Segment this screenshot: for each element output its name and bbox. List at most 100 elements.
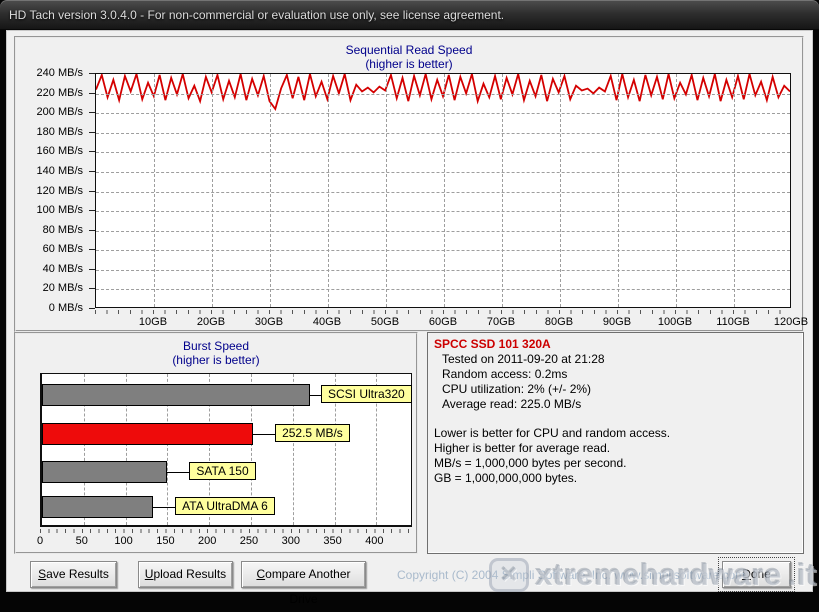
seq-y-tick-label: 120 MB/s [37,185,83,197]
seq-x-tick-label: 50GB [363,316,407,328]
sequential-line-chart [96,74,790,307]
sequential-chart-subtitle: (higher is better) [16,57,802,71]
sequential-read-line [96,74,790,109]
grid-line-horizontal [96,211,790,212]
burst-x-tick-label: 200 [185,535,229,547]
seq-x-tick-label: 90GB [595,316,639,328]
upload-results-button[interactable]: Upload Results [138,561,233,588]
seq-x-tick-label: 20GB [189,316,233,328]
seq-y-tick-mark [89,132,95,133]
seq-x-tick-label: 80GB [537,316,581,328]
seq-x-tick-label: 110GB [711,316,755,328]
results-info-panel: SPCC SSD 101 320A Tested on 2011-09-20 a… [427,332,804,554]
burst-x-tick-label: 300 [269,535,313,547]
grid-line-vertical [618,74,619,307]
grid-line-vertical [328,74,329,307]
grid-line-vertical [734,74,735,307]
burst-bar-label: SCSI Ultra320 [321,385,412,403]
burst-bar-label: 252.5 MB/s [275,424,350,442]
sequential-read-panel: Sequential Read Speed (higher is better)… [14,36,804,332]
drive-name: SPCC SSD 101 320A [434,337,797,352]
seq-y-tick-mark [89,269,95,270]
seq-x-minor-ticks [95,310,791,314]
burst-bar [42,496,153,518]
grid-line-horizontal [96,133,790,134]
grid-line-horizontal [96,152,790,153]
title-bar[interactable]: HD Tach version 3.0.4.0 - For non-commer… [0,0,819,30]
burst-chart-subtitle: (higher is better) [16,353,416,367]
seq-y-tick-label: 200 MB/s [37,106,83,118]
seq-y-tick-mark [89,151,95,152]
grid-line-horizontal [96,231,790,232]
seq-y-tick-mark [89,210,95,211]
save-mnemonic: S [38,567,46,581]
burst-x-tick-label: 0 [18,535,62,547]
seq-x-tick-label: 60GB [421,316,465,328]
seq-y-tick-label: 80 MB/s [43,224,83,236]
grid-line-vertical [270,74,271,307]
save-results-button[interactable]: Save Results [30,561,117,588]
burst-x-tick-label: 150 [143,535,187,547]
compare-another-drive-button[interactable]: Compare Another Drive [241,561,366,588]
grid-line-vertical [560,74,561,307]
upload-label: pload Results [153,567,226,581]
burst-x-minor-ticks [40,529,412,533]
seq-y-tick-label: 240 MB/s [37,67,83,79]
seq-y-tick-mark [89,308,95,309]
done-label: one [751,567,771,581]
copyright-text: Copyright (C) 2004 Simpli Software, Inc.… [397,568,745,582]
burst-bar-callout-line [253,434,275,435]
drive-stats: Tested on 2011-09-20 at 21:28Random acce… [434,352,797,412]
sequential-chart-title: Sequential Read Speed [16,43,802,57]
drive-stat-line: CPU utilization: 2% (+/- 2%) [434,382,797,397]
burst-plot: SCSI Ultra320 252.5 MB/s SATA 150 ATA Ultra… [40,373,412,527]
burst-bar [42,461,167,483]
grid-line-horizontal [96,289,790,290]
seq-y-tick-label: 100 MB/s [37,204,83,216]
burst-x-tick-label: 350 [311,535,355,547]
burst-chart-title: Burst Speed [16,339,416,353]
seq-y-tick-mark [89,93,95,94]
seq-y-tick-mark [89,112,95,113]
grid-line-horizontal [96,113,790,114]
seq-y-tick-mark [89,171,95,172]
info-note-line: Higher is better for average read. [434,441,797,456]
seq-y-tick-label: 160 MB/s [37,145,83,157]
seq-x-tick-label: 10GB [131,316,175,328]
seq-y-tick-mark [89,230,95,231]
grid-line-horizontal [96,94,790,95]
drive-stat-line: Random access: 0.2ms [434,367,797,382]
seq-y-tick-label: 140 MB/s [37,165,83,177]
hd-tach-window: { "window": { "title": "HD Tach version … [0,0,819,605]
seq-y-tick-mark [89,288,95,289]
compare-label: ompare Another Drive [265,567,350,606]
info-note-line: MB/s = 1,000,000 bytes per second. [434,456,797,471]
seq-x-tick-label: 70GB [479,316,523,328]
burst-bar-callout-line [153,507,175,508]
grid-line-vertical [386,74,387,307]
burst-x-tick-label: 50 [60,535,104,547]
sequential-plot [95,73,791,308]
window-title: HD Tach version 3.0.4.0 - For non-commer… [9,8,504,22]
save-label: ave Results [46,567,109,581]
seq-x-tick-label: 30GB [247,316,291,328]
burst-speed-panel: Burst Speed (higher is better) SCSI Ultr… [14,332,418,554]
burst-x-tick-label: 400 [352,535,396,547]
seq-y-tick-mark [89,73,95,74]
grid-line-vertical [212,74,213,307]
grid-line-vertical [676,74,677,307]
info-note-line: GB = 1,000,000,000 bytes. [434,471,797,486]
seq-y-tick-mark [89,249,95,250]
seq-y-tick-label: 180 MB/s [37,126,83,138]
grid-line-horizontal [96,270,790,271]
drive-stat-line: Average read: 225.0 MB/s [434,397,797,412]
grid-line-horizontal [96,250,790,251]
burst-bar-label: SATA 150 [189,462,255,480]
grid-line-horizontal [96,172,790,173]
burst-bar-label: ATA UltraDMA 6 [175,497,275,515]
grid-line-vertical [154,74,155,307]
compare-mnemonic: C [256,567,265,581]
seq-y-tick-label: 0 MB/s [49,302,83,314]
seq-y-tick-label: 220 MB/s [37,87,83,99]
burst-bar-callout-line [167,472,189,473]
